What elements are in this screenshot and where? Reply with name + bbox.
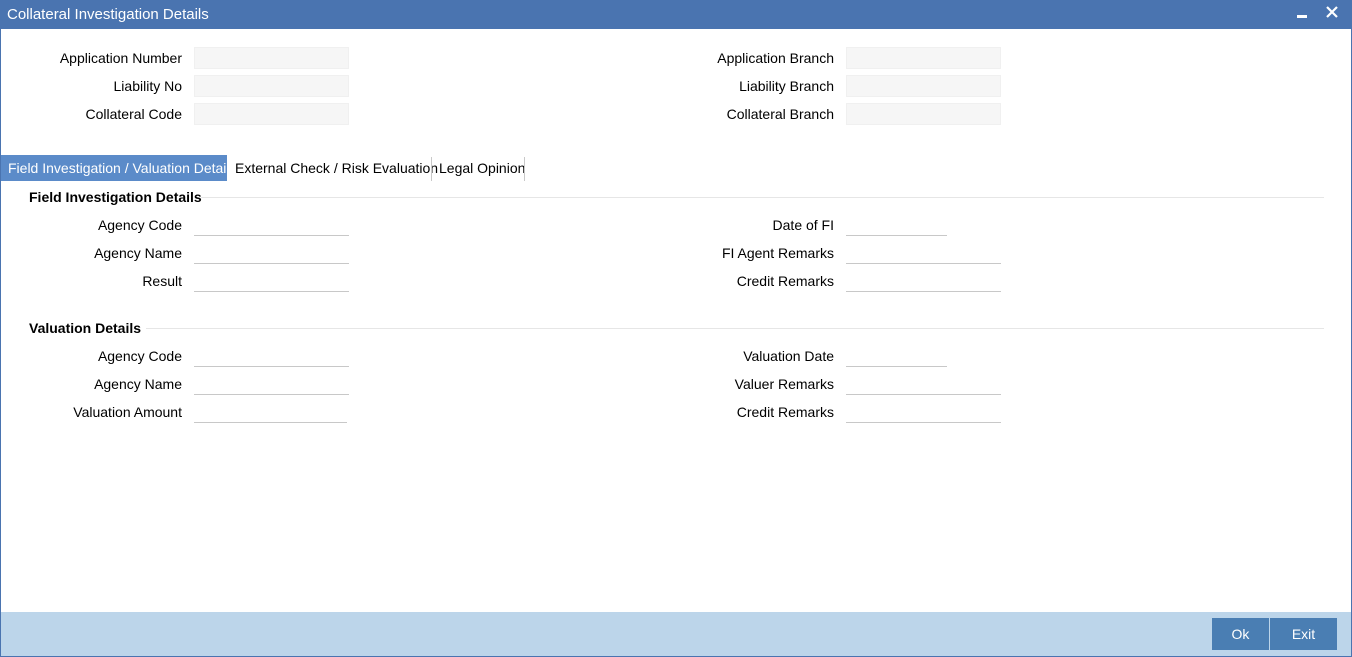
liability-branch-field[interactable] [846,75,1001,97]
fi-result-field[interactable] [194,270,349,292]
date-of-fi-field[interactable] [846,214,947,236]
val-agency-code-field[interactable] [194,345,349,367]
tab-legal-opinion[interactable]: Legal Opinion [432,155,525,181]
collateral-investigation-window: Collateral Investigation Details Applica… [0,0,1352,657]
tab-separator [524,157,525,181]
field-investigation-section-title: Field Investigation Details [29,189,202,205]
exit-button[interactable]: Exit [1270,618,1337,650]
fi-credit-remarks-field[interactable] [846,270,1001,292]
ok-button[interactable]: Ok [1212,618,1269,650]
valuation-date-field[interactable] [846,345,947,367]
section-divider [146,328,1324,329]
collateral-code-label: Collateral Code [85,106,183,122]
collateral-code-field[interactable] [194,103,349,125]
fi-agent-remarks-field[interactable] [846,242,1001,264]
application-number-label: Application Number [59,50,182,66]
close-button[interactable] [1321,3,1343,25]
liability-no-field[interactable] [194,75,349,97]
date-of-fi-label: Date of FI [772,217,834,233]
fi-agency-code-field[interactable] [194,214,349,236]
application-branch-field[interactable] [846,47,1001,69]
fi-credit-remarks-label: Credit Remarks [736,273,834,289]
val-agency-name-label: Agency Name [94,376,182,392]
fi-agency-name-field[interactable] [194,242,349,264]
tab-external-check-risk-evaluation[interactable]: External Check / Risk Evaluation [228,155,438,181]
val-agency-code-label: Agency Code [97,348,182,364]
fi-result-label: Result [142,273,182,289]
application-branch-label: Application Branch [717,50,834,66]
valuation-section-title: Valuation Details [29,320,142,336]
minimize-button[interactable] [1290,3,1312,25]
tab-field-investigation-valuation[interactable]: Field Investigation / Valuation Details [1,155,237,181]
valuation-amount-label: Valuation Amount [73,404,182,420]
title-bar: Collateral Investigation Details [1,1,1351,29]
collateral-branch-field[interactable] [846,103,1001,125]
val-credit-remarks-label: Credit Remarks [736,404,834,420]
liability-no-label: Liability No [113,78,182,94]
valuer-remarks-label: Valuer Remarks [734,376,834,392]
valuation-date-label: Valuation Date [743,348,834,364]
minimize-icon [1297,15,1307,18]
collateral-branch-label: Collateral Branch [726,106,834,122]
window-title: Collateral Investigation Details [7,6,209,23]
application-number-field[interactable] [194,47,349,69]
liability-branch-label: Liability Branch [739,78,834,94]
val-credit-remarks-field[interactable] [846,401,1001,423]
fi-agent-remarks-label: FI Agent Remarks [721,245,834,261]
footer-bar: Ok Exit [1,612,1351,656]
valuation-amount-field[interactable] [194,401,347,423]
section-divider [201,197,1324,198]
val-agency-name-field[interactable] [194,373,349,395]
fi-agency-name-label: Agency Name [94,245,182,261]
fi-agency-code-label: Agency Code [97,217,182,233]
valuer-remarks-field[interactable] [846,373,1001,395]
close-icon [1326,6,1338,18]
